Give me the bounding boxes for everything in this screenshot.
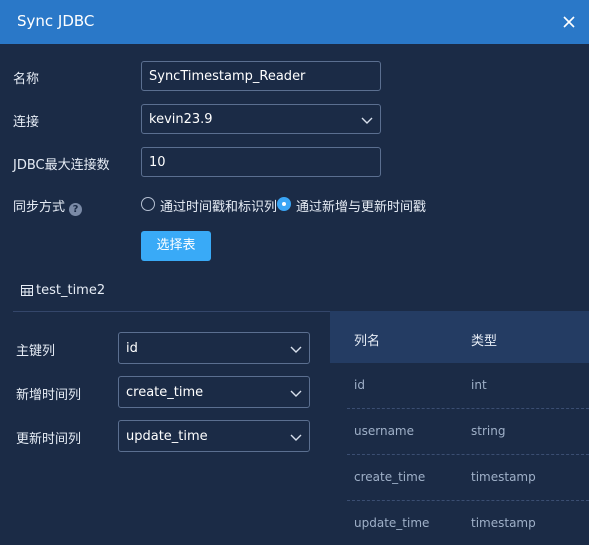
columns-table-header: 列名 类型 [330,311,589,363]
sync-mode-option-label: 通过时间戳和标识列 [160,200,278,215]
connection-label: 连接 [13,115,40,130]
create-time-value: create_time [126,385,204,400]
name-input[interactable] [141,61,381,91]
radio-unchecked [141,197,155,211]
primary-key-select[interactable]: id [118,332,310,364]
create-time-label: 新增时间列 [16,388,82,403]
column-header-type: 类型 [471,334,498,349]
table-icon [21,283,36,298]
column-name-cell: id [354,378,365,392]
column-type-cell: string [471,424,506,438]
table-row: username string [347,409,589,455]
sync-mode-option-create-update[interactable]: 通过新增与更新时间戳 [277,196,426,215]
close-icon[interactable] [557,10,581,34]
table-row: id int [347,363,589,409]
column-type-cell: int [471,378,487,392]
table-name: test_time2 [36,283,106,298]
column-name-cell: username [354,424,414,438]
sync-mode-label: 同步方式? [13,196,83,216]
update-time-label: 更新时间列 [16,432,82,447]
connection-value: kevin23.9 [149,112,213,127]
chevron-down-icon [289,342,303,356]
radio-checked [277,197,291,211]
table-row: create_time timestamp [347,455,589,501]
update-time-value: update_time [126,429,208,444]
dialog-titlebar: Sync JDBC [0,0,589,44]
sync-mode-label-text: 同步方式 [13,200,66,215]
column-type-cell: timestamp [471,516,536,530]
max-connections-input[interactable] [141,147,381,177]
create-time-select[interactable]: create_time [118,376,310,408]
selected-table: test_time2 [21,283,105,298]
sync-mode-option-label: 通过新增与更新时间戳 [296,200,427,215]
update-time-select[interactable]: update_time [118,420,310,452]
sync-mode-option-timestamp-id[interactable]: 通过时间戳和标识列 [141,196,277,215]
column-type-cell: timestamp [471,470,536,484]
help-icon[interactable]: ? [69,203,83,216]
dialog-title: Sync JDBC [17,12,95,30]
chevron-down-icon [289,386,303,400]
column-header-name: 列名 [354,334,381,349]
primary-key-value: id [126,341,138,356]
select-table-button[interactable]: 选择表 [141,231,211,261]
sync-jdbc-dialog: Sync JDBC 名称 连接 kevin23.9 JDBC最大连接数 同步方式… [0,0,589,545]
name-label: 名称 [13,72,40,87]
chevron-down-icon [360,113,374,127]
column-name-cell: create_time [354,470,426,484]
primary-key-label: 主键列 [16,344,56,359]
max-connections-label: JDBC最大连接数 [13,158,110,173]
chevron-down-icon [289,430,303,444]
table-row: update_time timestamp [347,501,589,545]
connection-select[interactable]: kevin23.9 [141,104,381,134]
columns-table: 列名 类型 id int username string create_time… [330,311,589,545]
column-name-cell: update_time [354,516,430,530]
divider [13,311,330,312]
